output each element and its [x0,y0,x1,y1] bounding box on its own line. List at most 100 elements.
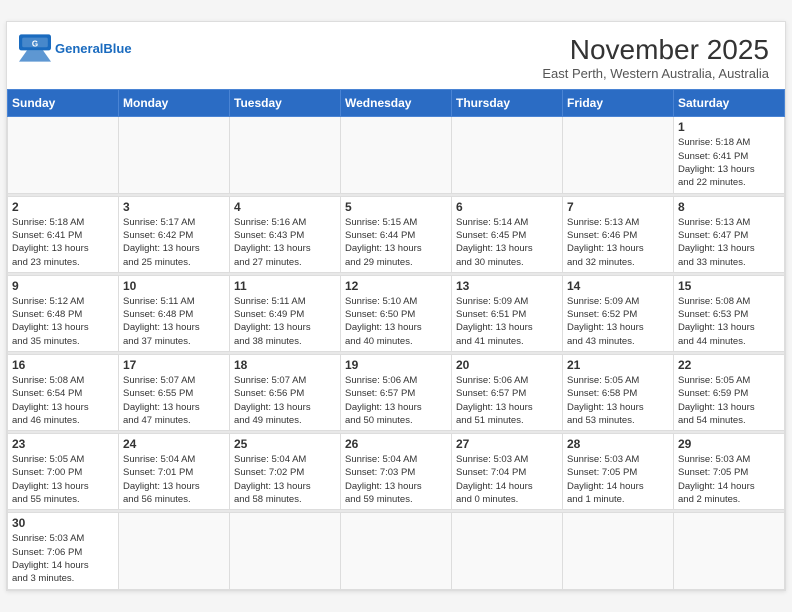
day-info: Sunrise: 5:15 AM Sunset: 6:44 PM Dayligh… [345,216,447,269]
calendar-cell: 4Sunrise: 5:16 AM Sunset: 6:43 PM Daylig… [230,196,341,272]
day-info: Sunrise: 5:05 AM Sunset: 6:58 PM Dayligh… [567,374,669,427]
calendar-cell: 24 Sunrise: 5:04 AM Sunset: 7:01 PM Dayli… [119,434,230,510]
day-info: Sunrise: 5:04 AM Sunset: 7:03 PM Dayligh… [345,453,447,506]
day-number: 17 [123,358,225,372]
calendar-cell: 2Sunrise: 5:18 AM Sunset: 6:41 PM Daylig… [8,196,119,272]
day-number: 30 [12,516,114,530]
calendar-cell: 23 Sunrise: 5:05 AM Sunset: 7:00 PM Dayli… [8,434,119,510]
calendar-cell: 17 Sunrise: 5:07 AM Sunset: 6:55 PM Dayli… [119,355,230,431]
day-info: Sunrise: 5:12 AM Sunset: 6:48 PM Dayligh… [12,295,114,348]
day-number: 20 [456,358,558,372]
calendar-cell: 3 Sunrise: 5:17 AM Sunset: 6:42 PM Daylig… [119,196,230,272]
logo-general: General [55,41,103,56]
day-number: 18 [234,358,336,372]
day-info: Sunrise: 5:05 AM Sunset: 7:00 PM Dayligh… [12,453,114,506]
calendar-cell: 19Sunrise: 5:06 AM Sunset: 6:57 PM Dayli… [341,355,452,431]
day-number: 8 [678,200,780,214]
day-number: 12 [345,279,447,293]
calendar-week-row: 9 Sunrise: 5:12 AM Sunset: 6:48 PM Daylig… [8,275,785,351]
calendar-cell: 30 Sunrise: 5:03 AM Sunset: 7:06 PM Dayli… [8,513,119,589]
calendar-cell [452,513,563,589]
calendar-grid: Sunday Monday Tuesday Wednesday Thursday… [7,89,785,589]
day-number: 15 [678,279,780,293]
calendar-container: G GeneralBlue November 2025 East Perth, … [6,21,786,590]
calendar-cell: 13Sunrise: 5:09 AM Sunset: 6:51 PM Dayli… [452,275,563,351]
title-area: November 2025 East Perth, Western Austra… [542,34,769,81]
calendar-week-row: 23 Sunrise: 5:05 AM Sunset: 7:00 PM Dayli… [8,434,785,510]
day-number: 11 [234,279,336,293]
calendar-cell: 22Sunrise: 5:05 AM Sunset: 6:59 PM Dayli… [674,355,785,431]
calendar-cell: 1 Sunrise: 5:18 AM Sunset: 6:41 PM Daylig… [674,117,785,193]
month-title: November 2025 [542,34,769,66]
day-info: Sunrise: 5:04 AM Sunset: 7:02 PM Dayligh… [234,453,336,506]
day-number: 1 [678,120,780,134]
day-number: 7 [567,200,669,214]
day-number: 5 [345,200,447,214]
day-number: 25 [234,437,336,451]
day-number: 27 [456,437,558,451]
day-info: Sunrise: 5:04 AM Sunset: 7:01 PM Dayligh… [123,453,225,506]
day-info: Sunrise: 5:18 AM Sunset: 6:41 PM Dayligh… [678,136,780,189]
day-info: Sunrise: 5:13 AM Sunset: 6:46 PM Dayligh… [567,216,669,269]
header-tuesday: Tuesday [230,90,341,117]
header-wednesday: Wednesday [341,90,452,117]
calendar-cell [563,513,674,589]
day-number: 3 [123,200,225,214]
calendar-cell [119,513,230,589]
calendar-cell: 21 Sunrise: 5:05 AM Sunset: 6:58 PM Dayli… [563,355,674,431]
logo: G GeneralBlue [19,34,132,62]
day-number: 26 [345,437,447,451]
calendar-cell [674,513,785,589]
calendar-cell: 7 Sunrise: 5:13 AM Sunset: 6:46 PM Daylig… [563,196,674,272]
calendar-cell: 20 Sunrise: 5:06 AM Sunset: 6:57 PM Dayli… [452,355,563,431]
calendar-cell: 29Sunrise: 5:03 AM Sunset: 7:05 PM Dayli… [674,434,785,510]
subtitle: East Perth, Western Australia, Australia [542,66,769,81]
day-number: 29 [678,437,780,451]
header-saturday: Saturday [674,90,785,117]
logo-blue: Blue [103,41,131,56]
calendar-cell: 26 Sunrise: 5:04 AM Sunset: 7:03 PM Dayli… [341,434,452,510]
header-monday: Monday [119,90,230,117]
calendar-cell [8,117,119,193]
calendar-cell: 10Sunrise: 5:11 AM Sunset: 6:48 PM Dayli… [119,275,230,351]
calendar-cell: 25 Sunrise: 5:04 AM Sunset: 7:02 PM Dayli… [230,434,341,510]
day-number: 14 [567,279,669,293]
calendar-cell [341,117,452,193]
day-info: Sunrise: 5:17 AM Sunset: 6:42 PM Dayligh… [123,216,225,269]
calendar-week-row: 30 Sunrise: 5:03 AM Sunset: 7:06 PM Dayli… [8,513,785,589]
day-number: 22 [678,358,780,372]
calendar-cell [563,117,674,193]
day-info: Sunrise: 5:14 AM Sunset: 6:45 PM Dayligh… [456,216,558,269]
svg-text:G: G [32,40,38,49]
calendar-cell [230,117,341,193]
day-number: 24 [123,437,225,451]
day-number: 13 [456,279,558,293]
calendar-cell: 18Sunrise: 5:07 AM Sunset: 6:56 PM Dayli… [230,355,341,431]
day-info: Sunrise: 5:09 AM Sunset: 6:52 PM Dayligh… [567,295,669,348]
calendar-cell: 14 Sunrise: 5:09 AM Sunset: 6:52 PM Dayli… [563,275,674,351]
day-info: Sunrise: 5:07 AM Sunset: 6:55 PM Dayligh… [123,374,225,427]
calendar-cell: 16Sunrise: 5:08 AM Sunset: 6:54 PM Dayli… [8,355,119,431]
day-number: 9 [12,279,114,293]
day-info: Sunrise: 5:03 AM Sunset: 7:04 PM Dayligh… [456,453,558,506]
day-number: 23 [12,437,114,451]
day-number: 28 [567,437,669,451]
calendar-cell: 15 Sunrise: 5:08 AM Sunset: 6:53 PM Dayli… [674,275,785,351]
day-number: 6 [456,200,558,214]
day-info: Sunrise: 5:06 AM Sunset: 6:57 PM Dayligh… [456,374,558,427]
calendar-cell: 6 Sunrise: 5:14 AM Sunset: 6:45 PM Daylig… [452,196,563,272]
calendar-cell [119,117,230,193]
header: G GeneralBlue November 2025 East Perth, … [7,22,785,89]
calendar-cell: 5 Sunrise: 5:15 AM Sunset: 6:44 PM Daylig… [341,196,452,272]
day-info: Sunrise: 5:13 AM Sunset: 6:47 PM Dayligh… [678,216,780,269]
day-number: 4 [234,200,336,214]
day-info: Sunrise: 5:11 AM Sunset: 6:49 PM Dayligh… [234,295,336,348]
calendar-cell [341,513,452,589]
day-number: 21 [567,358,669,372]
day-info: Sunrise: 5:08 AM Sunset: 6:53 PM Dayligh… [678,295,780,348]
day-info: Sunrise: 5:03 AM Sunset: 7:05 PM Dayligh… [567,453,669,506]
calendar-cell [452,117,563,193]
day-info: Sunrise: 5:03 AM Sunset: 7:06 PM Dayligh… [12,532,114,585]
header-sunday: Sunday [8,90,119,117]
calendar-header-row: Sunday Monday Tuesday Wednesday Thursday… [8,90,785,117]
